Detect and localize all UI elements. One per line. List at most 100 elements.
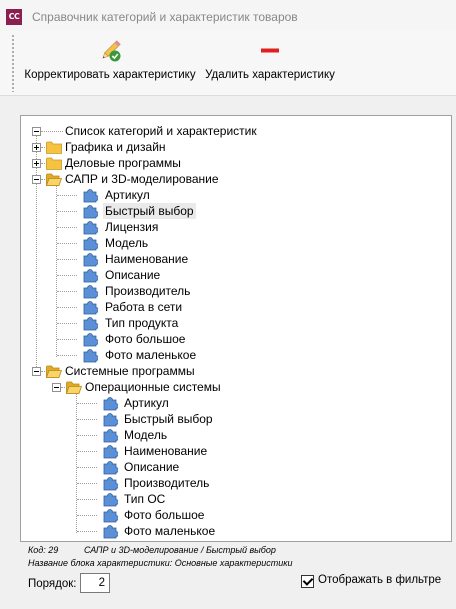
tree-line <box>57 323 77 324</box>
puzzle-piece-icon <box>103 509 118 523</box>
category-tree[interactable]: Список категорий и характеристик Графика… <box>20 115 452 542</box>
puzzle-piece-icon <box>103 429 118 443</box>
tree-item-name[interactable]: Наименование <box>103 251 190 267</box>
order-input[interactable]: 2 <box>80 573 110 593</box>
open-folder-icon <box>46 365 62 378</box>
tree-item-os-model[interactable]: Модель <box>122 427 169 443</box>
toolbar: Корректировать характеристику Удалить ха… <box>0 31 456 96</box>
tree-line <box>57 195 77 196</box>
tree-item-article[interactable]: Артикул <box>103 187 152 203</box>
tree-line <box>77 435 97 436</box>
tree-item-license[interactable]: Лицензия <box>103 219 160 235</box>
show-in-filter-label[interactable]: Отображать в фильтре <box>318 574 441 586</box>
puzzle-piece-icon <box>103 461 118 475</box>
tree-line <box>36 136 37 373</box>
tree-line <box>41 131 63 132</box>
order-label: Порядок: <box>28 578 77 590</box>
tree-item-description[interactable]: Описание <box>103 267 162 283</box>
collapse-toggle[interactable] <box>32 175 41 184</box>
tree-root-label[interactable]: Список категорий и характеристик <box>63 123 259 139</box>
edit-characteristic-button[interactable]: Корректировать характеристику <box>20 35 200 91</box>
tree-line <box>77 419 97 420</box>
tree-line <box>57 291 77 292</box>
delete-characteristic-label: Удалить характеристику <box>205 69 335 81</box>
tree-line <box>57 211 77 212</box>
puzzle-piece-icon <box>83 221 98 235</box>
tree-line <box>77 515 97 516</box>
tree-node-system[interactable]: Системные программы <box>63 363 197 379</box>
show-in-filter-checkbox[interactable] <box>301 575 314 588</box>
puzzle-piece-icon <box>83 189 98 203</box>
block-name-label: Название блока характеристики: Основные … <box>28 558 293 568</box>
puzzle-piece-icon <box>103 525 118 539</box>
expand-toggle[interactable] <box>32 159 41 168</box>
toolbar-grip[interactable] <box>11 34 15 92</box>
open-folder-icon <box>46 173 62 186</box>
puzzle-piece-icon <box>83 349 98 363</box>
tree-line <box>77 499 97 500</box>
tree-node-graphics[interactable]: Графика и дизайн <box>63 139 168 155</box>
puzzle-piece-icon <box>83 285 98 299</box>
tree-line <box>57 355 77 356</box>
tree-item-os-name[interactable]: Наименование <box>122 443 209 459</box>
puzzle-piece-icon <box>83 301 98 315</box>
open-folder-icon <box>66 381 82 394</box>
tree-line <box>77 451 97 452</box>
tree-line <box>57 227 77 228</box>
tree-line <box>56 184 57 357</box>
code-label: Код: 29 <box>28 545 59 555</box>
tree-item-network[interactable]: Работа в сети <box>103 299 184 315</box>
collapse-toggle[interactable] <box>32 127 41 136</box>
puzzle-piece-icon <box>83 205 98 219</box>
tree-line <box>77 483 97 484</box>
tree-line <box>77 467 97 468</box>
collapse-toggle[interactable] <box>32 367 41 376</box>
pencil-check-icon <box>102 40 121 62</box>
tree-item-os-description[interactable]: Описание <box>122 459 181 475</box>
folder-icon <box>46 157 62 170</box>
tree-item-os-photo-large[interactable]: Фото большое <box>122 507 206 523</box>
tree-item-os-article[interactable]: Артикул <box>122 395 171 411</box>
tree-item-os-manufacturer[interactable]: Производитель <box>122 475 211 491</box>
puzzle-piece-icon <box>103 477 118 491</box>
tree-item-quick-select[interactable]: Быстрый выбор <box>103 203 196 219</box>
tree-line <box>77 531 97 532</box>
tree-line <box>57 243 77 244</box>
title-bar: CC Справочник категорий и характеристик … <box>0 0 456 31</box>
expand-toggle[interactable] <box>32 143 41 152</box>
tree-item-model[interactable]: Модель <box>103 235 150 251</box>
tree-item-os-photo-small[interactable]: Фото маленькое <box>122 523 217 539</box>
app-icon: CC <box>6 9 22 25</box>
tree-item-os-quick-select[interactable]: Быстрый выбор <box>122 411 215 427</box>
delete-characteristic-button[interactable]: Удалить характеристику <box>202 35 338 91</box>
tree-item-photo-small[interactable]: Фото маленькое <box>103 347 198 363</box>
tree-line <box>77 403 97 404</box>
puzzle-piece-icon <box>103 413 118 427</box>
minus-icon <box>261 48 279 53</box>
puzzle-piece-icon <box>83 253 98 267</box>
tree-item-photo-large[interactable]: Фото большое <box>103 331 187 347</box>
collapse-toggle[interactable] <box>52 383 61 392</box>
tree-node-cad[interactable]: САПР и 3D-моделирование <box>63 171 221 187</box>
folder-icon <box>46 141 62 154</box>
edit-characteristic-label: Корректировать характеристику <box>24 69 196 81</box>
tree-item-manufacturer[interactable]: Производитель <box>103 283 192 299</box>
puzzle-piece-icon <box>103 397 118 411</box>
tree-item-os-type[interactable]: Тип ОС <box>122 491 167 507</box>
puzzle-piece-icon <box>83 317 98 331</box>
puzzle-piece-icon <box>103 493 118 507</box>
tree-line <box>57 259 77 260</box>
tree-line <box>57 275 77 276</box>
puzzle-piece-icon <box>83 269 98 283</box>
tree-line <box>57 307 77 308</box>
tree-node-business[interactable]: Деловые программы <box>63 155 183 171</box>
tree-item-product-type[interactable]: Тип продукта <box>103 315 180 331</box>
puzzle-piece-icon <box>83 237 98 251</box>
puzzle-piece-icon <box>103 445 118 459</box>
puzzle-piece-icon <box>83 333 98 347</box>
selected-path: САПР и 3D-моделирование / Быстрый выбор <box>84 545 276 555</box>
tree-node-os[interactable]: Операционные системы <box>83 379 223 395</box>
tree-line <box>57 339 77 340</box>
window-title: Справочник категорий и характеристик тов… <box>32 10 298 24</box>
tree-line <box>76 392 77 533</box>
